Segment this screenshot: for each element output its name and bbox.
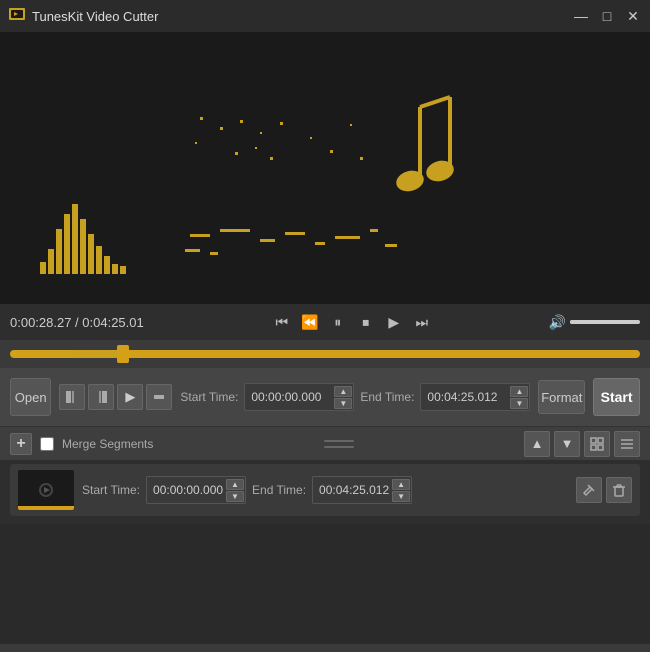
- segment-end-up[interactable]: ▲: [392, 479, 410, 490]
- segment-start-up[interactable]: ▲: [226, 479, 244, 490]
- segment-start-wrap: ▲ ▼: [146, 476, 246, 504]
- segment-actions: [576, 477, 632, 503]
- start-time-spinners: ▲ ▼: [334, 386, 352, 409]
- transport-controls: ⏮ ⏪ ⏸ ⏹ ▶ ⏭: [163, 310, 541, 334]
- segment-thumbnail: [18, 470, 74, 510]
- eq-bar: [72, 204, 78, 274]
- cut-btn[interactable]: [146, 384, 172, 410]
- time-fields: Start Time: ▲ ▼ End Time: ▲ ▼: [180, 383, 530, 411]
- skip-back-btn[interactable]: ⏮: [270, 310, 294, 334]
- format-button[interactable]: Format: [538, 380, 585, 414]
- eq-bar: [120, 266, 126, 274]
- segment-end-label: End Time:: [252, 483, 306, 497]
- minimize-button[interactable]: —: [572, 7, 590, 25]
- skip-forward-btn[interactable]: ⏭: [410, 310, 434, 334]
- clip-controls: ▶: [59, 384, 172, 410]
- video-preview: [0, 32, 650, 304]
- segment-end-wrap: ▲ ▼: [312, 476, 412, 504]
- eq-bar: [80, 219, 86, 274]
- progress-segment: [123, 350, 640, 358]
- app-icon: [8, 7, 26, 25]
- eq-bar: [104, 256, 110, 274]
- segment-end-down[interactable]: ▼: [392, 491, 410, 502]
- progress-fill: [10, 350, 123, 358]
- eq-visualizer: [40, 204, 126, 274]
- volume-icon: 🔊: [549, 314, 566, 331]
- close-button[interactable]: ✕: [624, 7, 642, 25]
- drag-handle: [161, 440, 516, 448]
- edit-segment-button[interactable]: [576, 477, 602, 503]
- volume-slider[interactable]: [570, 320, 640, 324]
- volume-area: 🔊: [549, 314, 640, 331]
- mark-in-btn[interactable]: [59, 384, 85, 410]
- list-view-button[interactable]: [614, 431, 640, 457]
- window-controls: — □ ✕: [572, 7, 642, 25]
- end-time-label: End Time:: [360, 390, 414, 404]
- remaining-area: [0, 524, 650, 644]
- start-button[interactable]: Start: [593, 378, 640, 416]
- eq-bar: [64, 214, 70, 274]
- eq-bar: [40, 262, 46, 274]
- eq-bar: [88, 234, 94, 274]
- start-time-down[interactable]: ▼: [334, 398, 352, 409]
- end-time-spinners: ▲ ▼: [510, 386, 528, 409]
- add-segment-button[interactable]: +: [10, 433, 32, 455]
- eq-bar: [96, 246, 102, 274]
- mark-out-btn[interactable]: [88, 384, 114, 410]
- segment-end-spinners: ▲ ▼: [392, 479, 410, 502]
- segment-start-spinners: ▲ ▼: [226, 479, 244, 502]
- open-button[interactable]: Open: [10, 378, 51, 416]
- eq-bar: [112, 264, 118, 274]
- title-bar: TunesKit Video Cutter — □ ✕: [0, 0, 650, 32]
- move-down-button[interactable]: ▼: [554, 431, 580, 457]
- stop-btn[interactable]: ⏹: [354, 310, 378, 334]
- progress-track[interactable]: [10, 350, 640, 358]
- progress-area[interactable]: [0, 340, 650, 368]
- end-time-up[interactable]: ▲: [510, 386, 528, 397]
- merge-checkbox[interactable]: [40, 437, 54, 451]
- thumbnail-view-button[interactable]: [584, 431, 610, 457]
- play-btn[interactable]: ▶: [382, 310, 406, 334]
- control-strip: Open ▶ Start Time: ▲ ▼ End Time: ▲ ▼: [0, 368, 650, 426]
- volume-fill: [570, 320, 612, 324]
- step-back-btn[interactable]: ⏪: [298, 310, 322, 334]
- start-time-label: Start Time:: [180, 390, 238, 404]
- segments-header: + Merge Segments ▲ ▼: [0, 426, 650, 460]
- move-up-button[interactable]: ▲: [524, 431, 550, 457]
- segments-controls: ▲ ▼: [524, 431, 640, 457]
- start-time-wrap: ▲ ▼: [244, 383, 354, 411]
- app-title: TunesKit Video Cutter: [32, 9, 572, 24]
- end-time-wrap: ▲ ▼: [420, 383, 530, 411]
- eq-bar: [48, 249, 54, 274]
- start-time-up[interactable]: ▲: [334, 386, 352, 397]
- segments-list: Start Time: ▲ ▼ End Time: ▲ ▼: [0, 460, 650, 524]
- preview-btn[interactable]: ▶: [117, 384, 143, 410]
- segment-thumb-inner: [18, 470, 74, 510]
- eq-bar: [56, 229, 62, 274]
- transport-bar: 0:00:28.27 / 0:04:25.01 ⏮ ⏪ ⏸ ⏹ ▶ ⏭ 🔊: [0, 304, 650, 340]
- segment-start-down[interactable]: ▼: [226, 491, 244, 502]
- scatter-dots: [180, 112, 380, 172]
- time-display: 0:00:28.27 / 0:04:25.01: [10, 315, 155, 330]
- end-time-down[interactable]: ▼: [510, 398, 528, 409]
- music-note: [360, 87, 480, 227]
- merge-label: Merge Segments: [62, 437, 153, 451]
- pause-btn[interactable]: ⏸: [326, 310, 350, 334]
- table-row: Start Time: ▲ ▼ End Time: ▲ ▼: [10, 464, 640, 516]
- segment-start-label: Start Time:: [82, 483, 140, 497]
- maximize-button[interactable]: □: [598, 7, 616, 25]
- delete-segment-button[interactable]: [606, 477, 632, 503]
- segment-times: Start Time: ▲ ▼ End Time: ▲ ▼: [82, 476, 568, 504]
- segment-time-bar: [18, 506, 74, 510]
